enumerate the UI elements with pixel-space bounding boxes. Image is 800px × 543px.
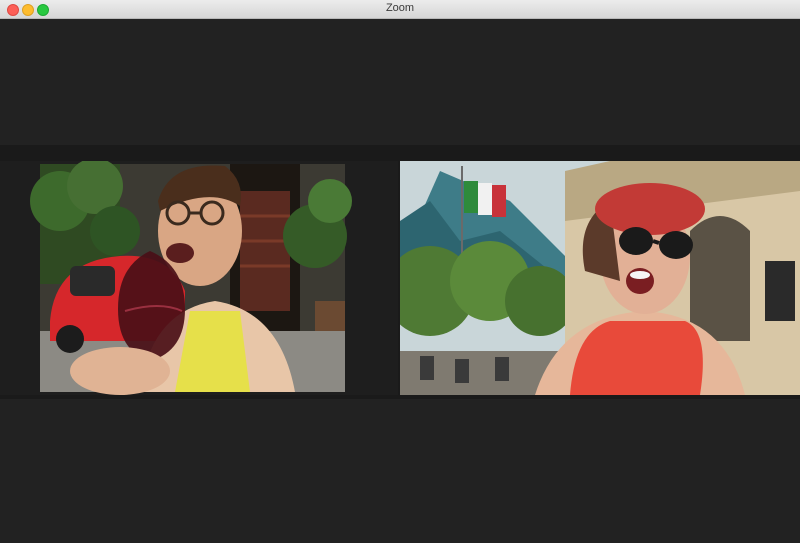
empty-gallery-area-top bbox=[0, 19, 800, 145]
participant-video-tile-1[interactable] bbox=[0, 161, 398, 395]
participant-2-video bbox=[400, 161, 800, 395]
participant-1-video bbox=[0, 161, 398, 395]
zoom-window: Zoom bbox=[0, 0, 800, 543]
empty-gallery-area-bottom bbox=[0, 399, 800, 543]
window-title: Zoom bbox=[385, 2, 415, 14]
participant-video-tile-2[interactable] bbox=[400, 161, 800, 395]
video-gallery bbox=[0, 161, 800, 395]
title-bar: Zoom bbox=[0, 0, 800, 19]
